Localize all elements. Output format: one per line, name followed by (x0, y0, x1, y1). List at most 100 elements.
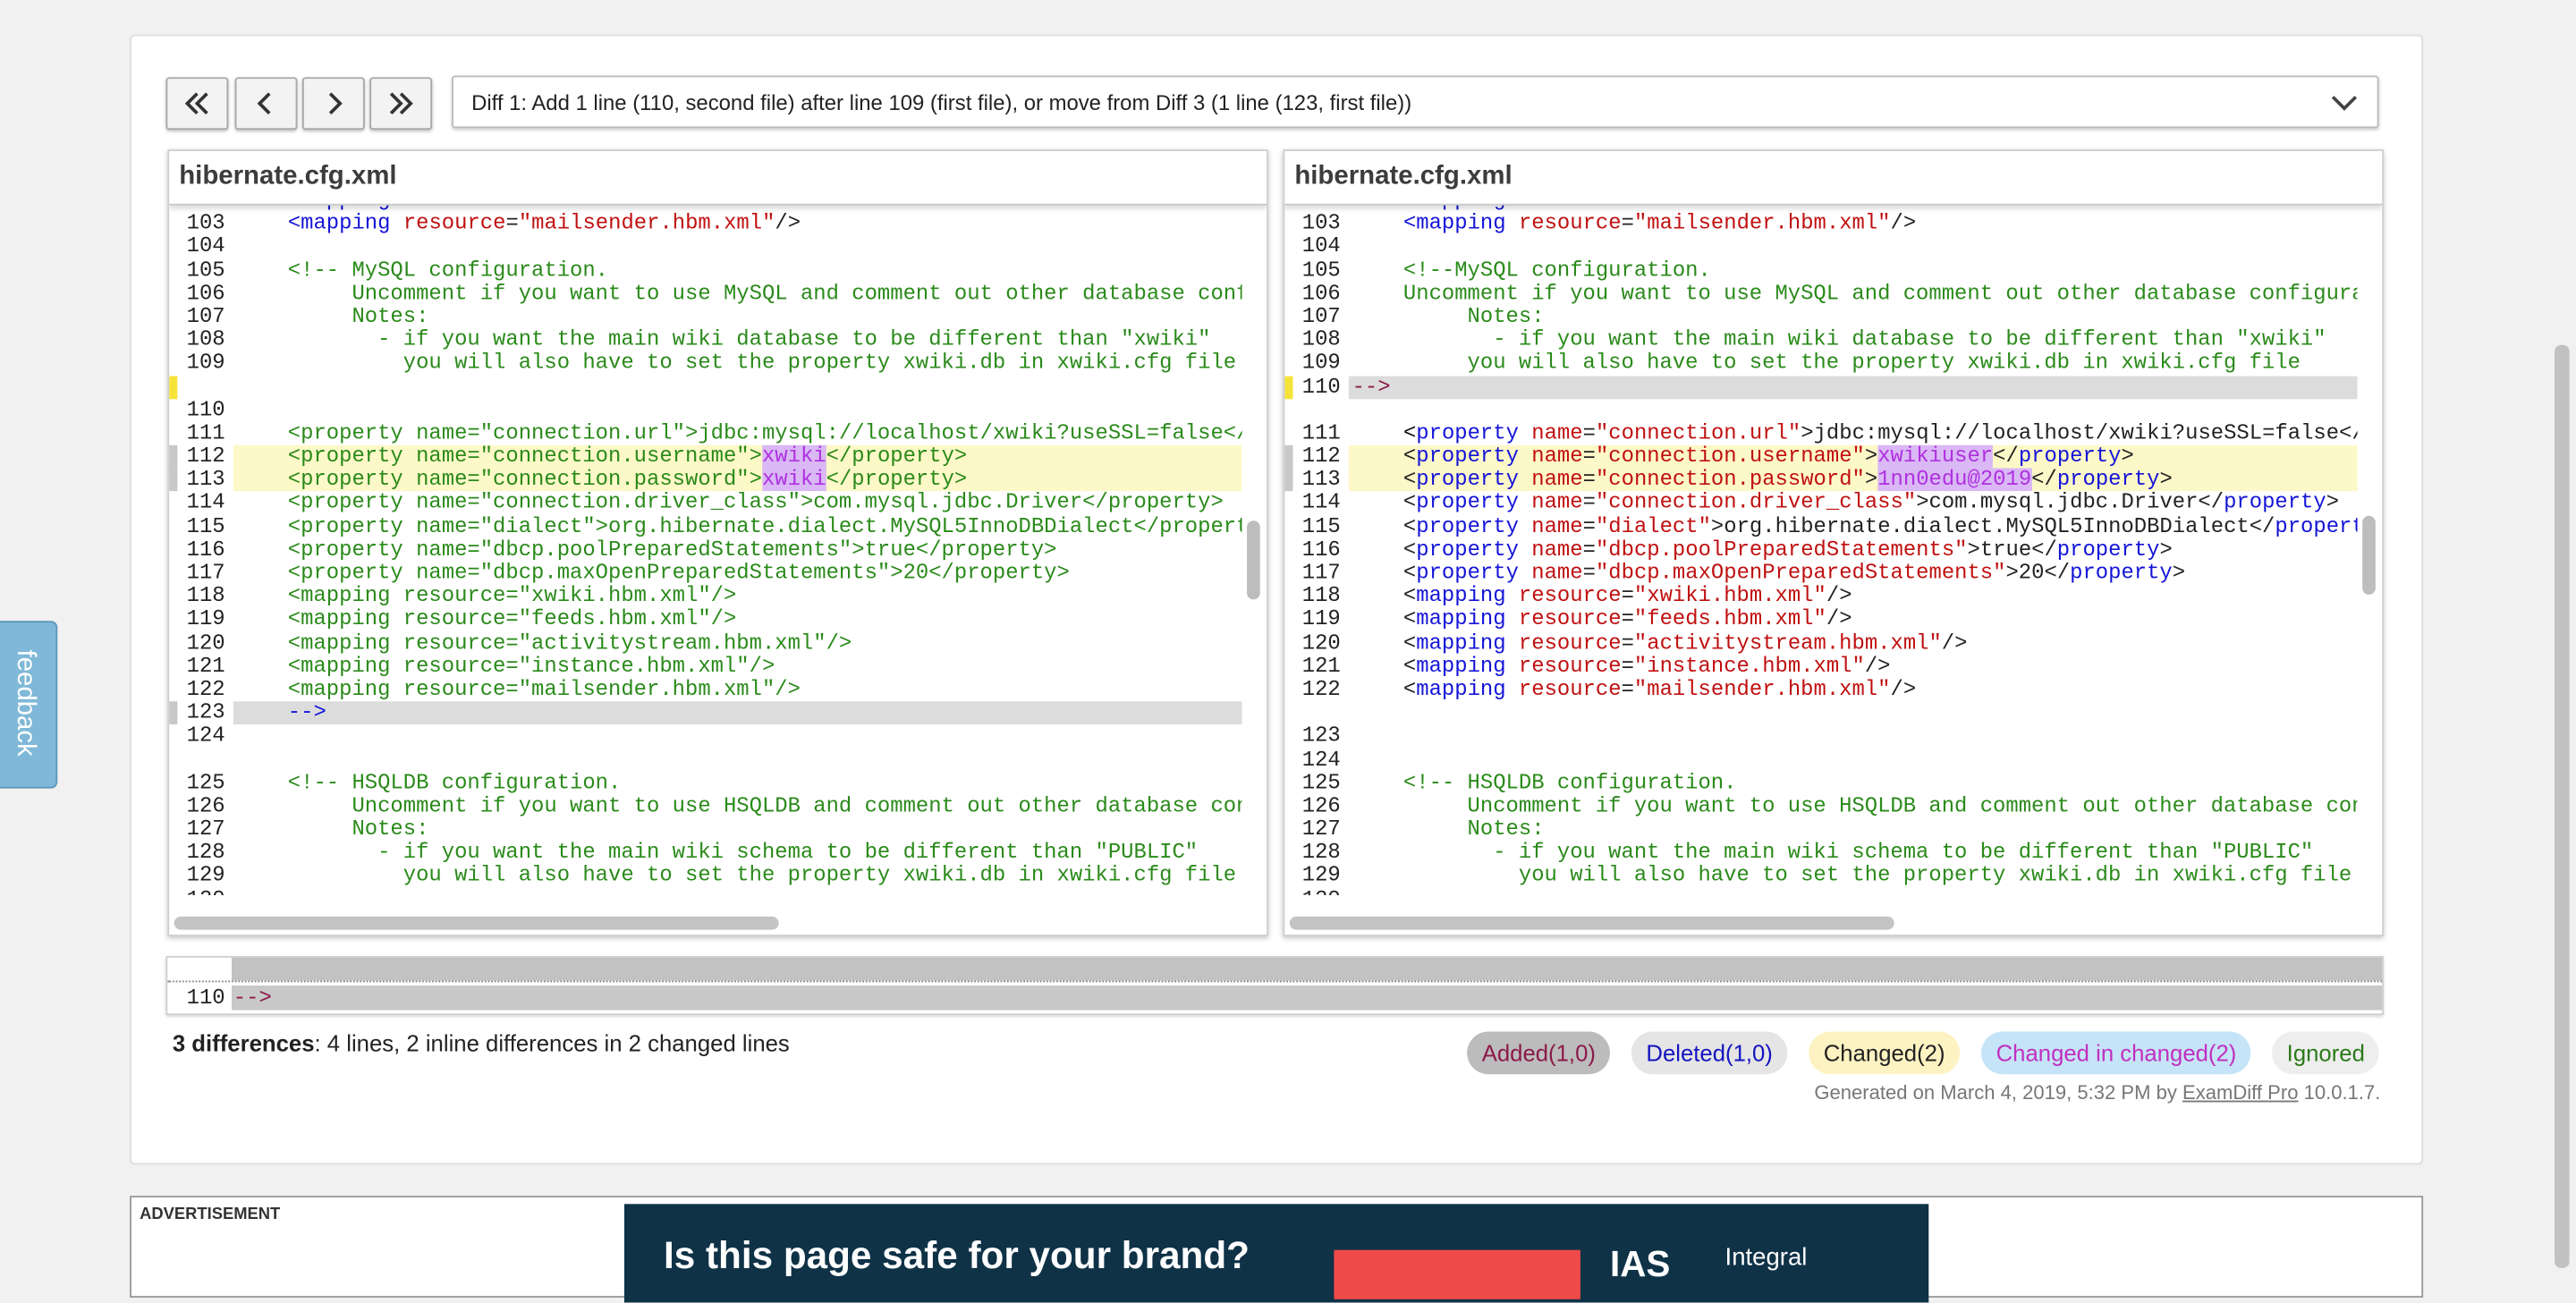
strip-line-number: 110 (186, 986, 225, 1011)
current-diff-strip: 110 --> (165, 955, 2385, 1016)
ad-banner[interactable]: Is this page safe for your brand? IAS In… (623, 1204, 1929, 1303)
code-line: 128 - if you want the main wiki schema t… (1301, 840, 2314, 865)
feedback-tab[interactable]: feedback (0, 621, 58, 789)
code-line: 116 <property name="dbcp.poolPreparedSta… (1301, 537, 2173, 562)
diff-summary-detail: : 4 lines, 2 inline differences in 2 cha… (314, 1029, 790, 1056)
ad-logo: IAS (1609, 1243, 1671, 1285)
code-line: 109 you will also have to set the proper… (1301, 350, 2301, 376)
code-line-changed: 112 <property name="connection.username"… (169, 444, 1242, 469)
code-line-added: 110 --> (1284, 374, 2358, 399)
code-line: 125 <!-- HSQLDB configuration. (1301, 769, 1737, 795)
code-line: 109 you will also have to set the proper… (186, 350, 1237, 376)
code-line-changed: 113 <property name="connection.password"… (169, 468, 1242, 493)
code-line: 121 <mapping resource="instance.hbm.xml"… (186, 653, 775, 679)
right-file-pane: hibernate.cfg.xml 102 <mapping resource=… (1283, 149, 2385, 936)
code-line: 115 <property name="dialect">org.hiberna… (186, 513, 1242, 538)
left-file-pane: hibernate.cfg.xml 102 <mapping resource=… (167, 149, 1268, 936)
code-line: 111 <property name="connection.url">jdbc… (1301, 419, 2358, 445)
first-diff-button[interactable] (165, 77, 229, 131)
ad-headline: Is this page safe for your brand? (664, 1233, 1250, 1277)
code-line: 122 <mapping resource="mailsender.hbm.xm… (1301, 676, 1917, 702)
code-line: 130 (169, 887, 1241, 895)
code-line: 108 - if you want the main wiki database… (186, 326, 1211, 352)
code-line-added-placeholder (169, 375, 1241, 399)
chevron-down-icon (2331, 96, 2358, 111)
ad-logo-sub: Integral (1724, 1243, 1808, 1272)
right-code-view[interactable]: 102 <mapping resource="instance.hbm.xml"… (1284, 199, 2358, 895)
code-line: 107 Notes: (1301, 303, 1545, 329)
code-line: 108 - if you want the main wiki database… (1301, 326, 2326, 352)
code-line: 123 (1301, 723, 1341, 749)
last-diff-button[interactable] (369, 77, 433, 131)
code-line: 125 <!-- HSQLDB configuration. (186, 769, 622, 795)
code-line: 117 <property name="dbcp.maxOpenPrepared… (1301, 560, 2186, 585)
code-line: 111 <property name="connection.url">jdbc… (186, 419, 1242, 445)
code-line: 110 (186, 396, 225, 422)
generated-info: Generated on March 4, 2019, 5:32 PM by E… (1814, 1080, 2381, 1104)
legend-changed-in-changed[interactable]: Changed in changed(2) (1981, 1031, 2251, 1075)
left-horizontal-scrollbar[interactable] (174, 916, 1236, 930)
code-line: 114 <property name="connection.driver_cl… (1301, 490, 2340, 515)
code-line: 117 <property name="dbcp.maxOpenPrepared… (186, 560, 1070, 585)
chevron-left-icon (257, 92, 271, 115)
code-line: 128 - if you want the main wiki schema t… (186, 840, 1199, 865)
code-line: 126 Uncomment if you want to use HSQLDB … (186, 792, 1242, 818)
diff-select[interactable]: Diff 1: Add 1 line (110, second file) af… (452, 75, 2379, 129)
diff-select-value: Diff 1: Add 1 line (110, second file) af… (471, 90, 1412, 115)
code-line-gap (1284, 399, 2357, 422)
legend-ignored[interactable]: Ignored (2272, 1031, 2380, 1075)
examdiff-link[interactable]: ExamDiff Pro (2182, 1081, 2298, 1104)
code-line: 103 <mapping resource="mailsender.hbm.xm… (1301, 210, 1917, 235)
code-line: 105 <!--MySQL configuration. (1301, 257, 1711, 283)
code-line: 126 Uncomment if you want to use HSQLDB … (1301, 792, 2358, 818)
code-line-moved: 123 --> (169, 700, 1242, 725)
left-file-title: hibernate.cfg.xml (169, 150, 1267, 206)
code-line: 120 <mapping resource="activitystream.hb… (1301, 630, 1968, 656)
code-line: 106 Uncomment if you want to use MySQL a… (186, 280, 1242, 306)
double-chevron-left-icon (184, 92, 208, 115)
right-vertical-scrollbar[interactable] (2362, 196, 2377, 893)
code-line: 115 <property name="dialect">org.hiberna… (1301, 513, 2358, 538)
code-line: 120 <mapping resource="activitystream.hb… (186, 630, 852, 656)
diff-summary: 3 differences: 4 lines, 2 inline differe… (173, 1030, 790, 1056)
code-line: 129 you will also have to set the proper… (186, 863, 1237, 888)
code-line: 122 <mapping resource="mailsender.hbm.xm… (186, 676, 801, 702)
code-line-changed: 113 <property name="connection.password"… (1284, 468, 2358, 493)
code-line: 106 Uncomment if you want to use MySQL a… (1301, 280, 2358, 306)
code-line: 107 Notes: (186, 303, 429, 329)
code-line: 127 Notes: (1301, 816, 1545, 842)
page-scrollbar-thumb[interactable] (2555, 344, 2570, 1268)
code-line: 124 (186, 723, 225, 749)
code-line: 118 <mapping resource="xwiki.hbm.xml"/> (186, 583, 737, 608)
code-line: 105 <!-- MySQL configuration. (186, 257, 609, 283)
code-line-gap (169, 749, 1241, 772)
code-line: 124 (1301, 746, 1341, 772)
right-file-title: hibernate.cfg.xml (1284, 150, 2383, 206)
double-chevron-right-icon (389, 92, 413, 115)
code-line: 121 <mapping resource="instance.hbm.xml"… (1301, 653, 1891, 679)
previous-diff-button[interactable] (234, 77, 298, 131)
legend-changed[interactable]: Changed(2) (1809, 1031, 1961, 1075)
code-line: 127 Notes: (186, 816, 429, 842)
legend-added[interactable]: Added(1,0) (1467, 1031, 1611, 1075)
advertisement: ADVERTISEMENT Is this page safe for your… (130, 1196, 2424, 1303)
next-diff-button[interactable] (301, 77, 365, 131)
code-line: 104 (1301, 233, 1341, 259)
code-line: 130 (1284, 887, 2357, 895)
right-horizontal-scrollbar[interactable] (1289, 916, 2351, 930)
code-line: 103 <mapping resource="mailsender.hbm.xm… (186, 210, 801, 235)
feedback-label: feedback (11, 649, 40, 757)
diff-count: 3 differences (172, 1029, 315, 1056)
code-line: 116 <property name="dbcp.poolPreparedSta… (186, 537, 1057, 562)
left-code-view[interactable]: 102 <mapping resource="instance.hbm.xml"… (169, 199, 1242, 895)
left-vertical-scrollbar[interactable] (1247, 196, 1262, 893)
code-line: 129 you will also have to set the proper… (1301, 863, 2352, 888)
strip-line-text: --> (233, 986, 272, 1011)
code-line: 118 <mapping resource="xwiki.hbm.xml"/> (1301, 583, 1852, 608)
code-line-changed: 112 <property name="connection.username"… (1284, 444, 2358, 469)
legend-deleted[interactable]: Deleted(1,0) (1631, 1031, 1788, 1075)
code-line-moved-placeholder (1284, 702, 2357, 725)
code-line: 104 (186, 233, 225, 259)
code-line: 119 <mapping resource="feeds.hbm.xml"/> (186, 606, 737, 631)
chevron-right-icon (328, 92, 343, 115)
